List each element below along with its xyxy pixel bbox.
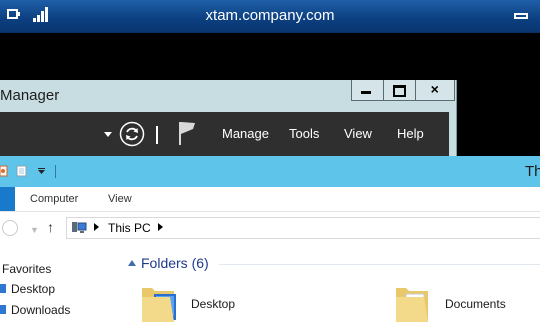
desktop-icon bbox=[0, 284, 6, 293]
minimize-button[interactable] bbox=[352, 80, 384, 100]
remote-session-bar: xtam.company.com bbox=[0, 0, 540, 33]
favorites-header[interactable]: Favorites bbox=[2, 262, 51, 276]
maximize-button[interactable] bbox=[384, 80, 416, 100]
folders-group-title[interactable]: Folders (6) bbox=[141, 255, 209, 271]
minimize-icon bbox=[361, 91, 371, 94]
file-explorer-window: Th Computer View ▼ ↑ This PC Favorites D… bbox=[0, 156, 540, 325]
minimize-icon[interactable] bbox=[514, 13, 528, 19]
menu-help[interactable]: Help bbox=[397, 126, 424, 141]
address-location[interactable]: This PC bbox=[108, 221, 151, 235]
desktop-folder-icon[interactable] bbox=[140, 282, 178, 324]
group-divider bbox=[219, 264, 540, 265]
customize-dropdown-icon[interactable] bbox=[38, 168, 46, 174]
nav-item-desktop[interactable]: Desktop bbox=[11, 282, 55, 296]
folders-view: Folders (6) Desktop Documents bbox=[122, 252, 540, 325]
new-folder-icon[interactable] bbox=[16, 165, 28, 177]
nav-item-downloads[interactable]: Downloads bbox=[11, 303, 70, 317]
file-tab[interactable] bbox=[0, 187, 15, 211]
close-icon: × bbox=[430, 81, 439, 97]
chevron-down-icon[interactable] bbox=[104, 132, 112, 137]
chevron-right-icon[interactable] bbox=[94, 223, 99, 231]
recent-locations-dropdown[interactable]: ▼ bbox=[30, 225, 39, 235]
chevron-right-icon[interactable] bbox=[158, 223, 163, 231]
toolbar-separator bbox=[156, 126, 158, 144]
maximize-icon bbox=[392, 85, 406, 97]
documents-folder-icon[interactable] bbox=[394, 282, 432, 324]
explorer-title: Th bbox=[525, 163, 540, 180]
menu-view[interactable]: View bbox=[344, 126, 372, 141]
folder-label-documents[interactable]: Documents bbox=[445, 297, 506, 311]
downloads-icon bbox=[0, 305, 6, 314]
navigation-bar: ▼ ↑ This PC bbox=[0, 212, 540, 244]
tab-computer[interactable]: Computer bbox=[30, 193, 78, 205]
menu-tools[interactable]: Tools bbox=[289, 126, 319, 141]
menu-manage[interactable]: Manage bbox=[222, 126, 269, 141]
server-manager-toolbar: Manage Tools View Help bbox=[0, 112, 449, 156]
folder-label-desktop[interactable]: Desktop bbox=[191, 297, 235, 311]
address-bar[interactable]: This PC bbox=[66, 217, 540, 239]
back-button[interactable] bbox=[2, 220, 18, 236]
collapse-group-icon[interactable] bbox=[128, 260, 136, 266]
this-pc-icon bbox=[72, 222, 87, 233]
server-manager-title: Manager bbox=[0, 87, 60, 104]
tab-view[interactable]: View bbox=[108, 193, 132, 205]
window-controls: × bbox=[351, 80, 455, 101]
up-button[interactable]: ↑ bbox=[47, 219, 54, 235]
titlebar-separator bbox=[55, 165, 56, 178]
ribbon-tabs: Computer View bbox=[0, 187, 540, 212]
notifications-flag-icon[interactable] bbox=[177, 120, 197, 146]
close-button[interactable]: × bbox=[416, 80, 454, 100]
properties-icon[interactable] bbox=[0, 165, 8, 177]
explorer-titlebar: Th bbox=[0, 156, 540, 187]
remote-host-title: xtam.company.com bbox=[205, 7, 335, 24]
refresh-icon[interactable] bbox=[119, 121, 145, 147]
navigation-pane: Favorites Desktop Downloads bbox=[0, 252, 112, 325]
